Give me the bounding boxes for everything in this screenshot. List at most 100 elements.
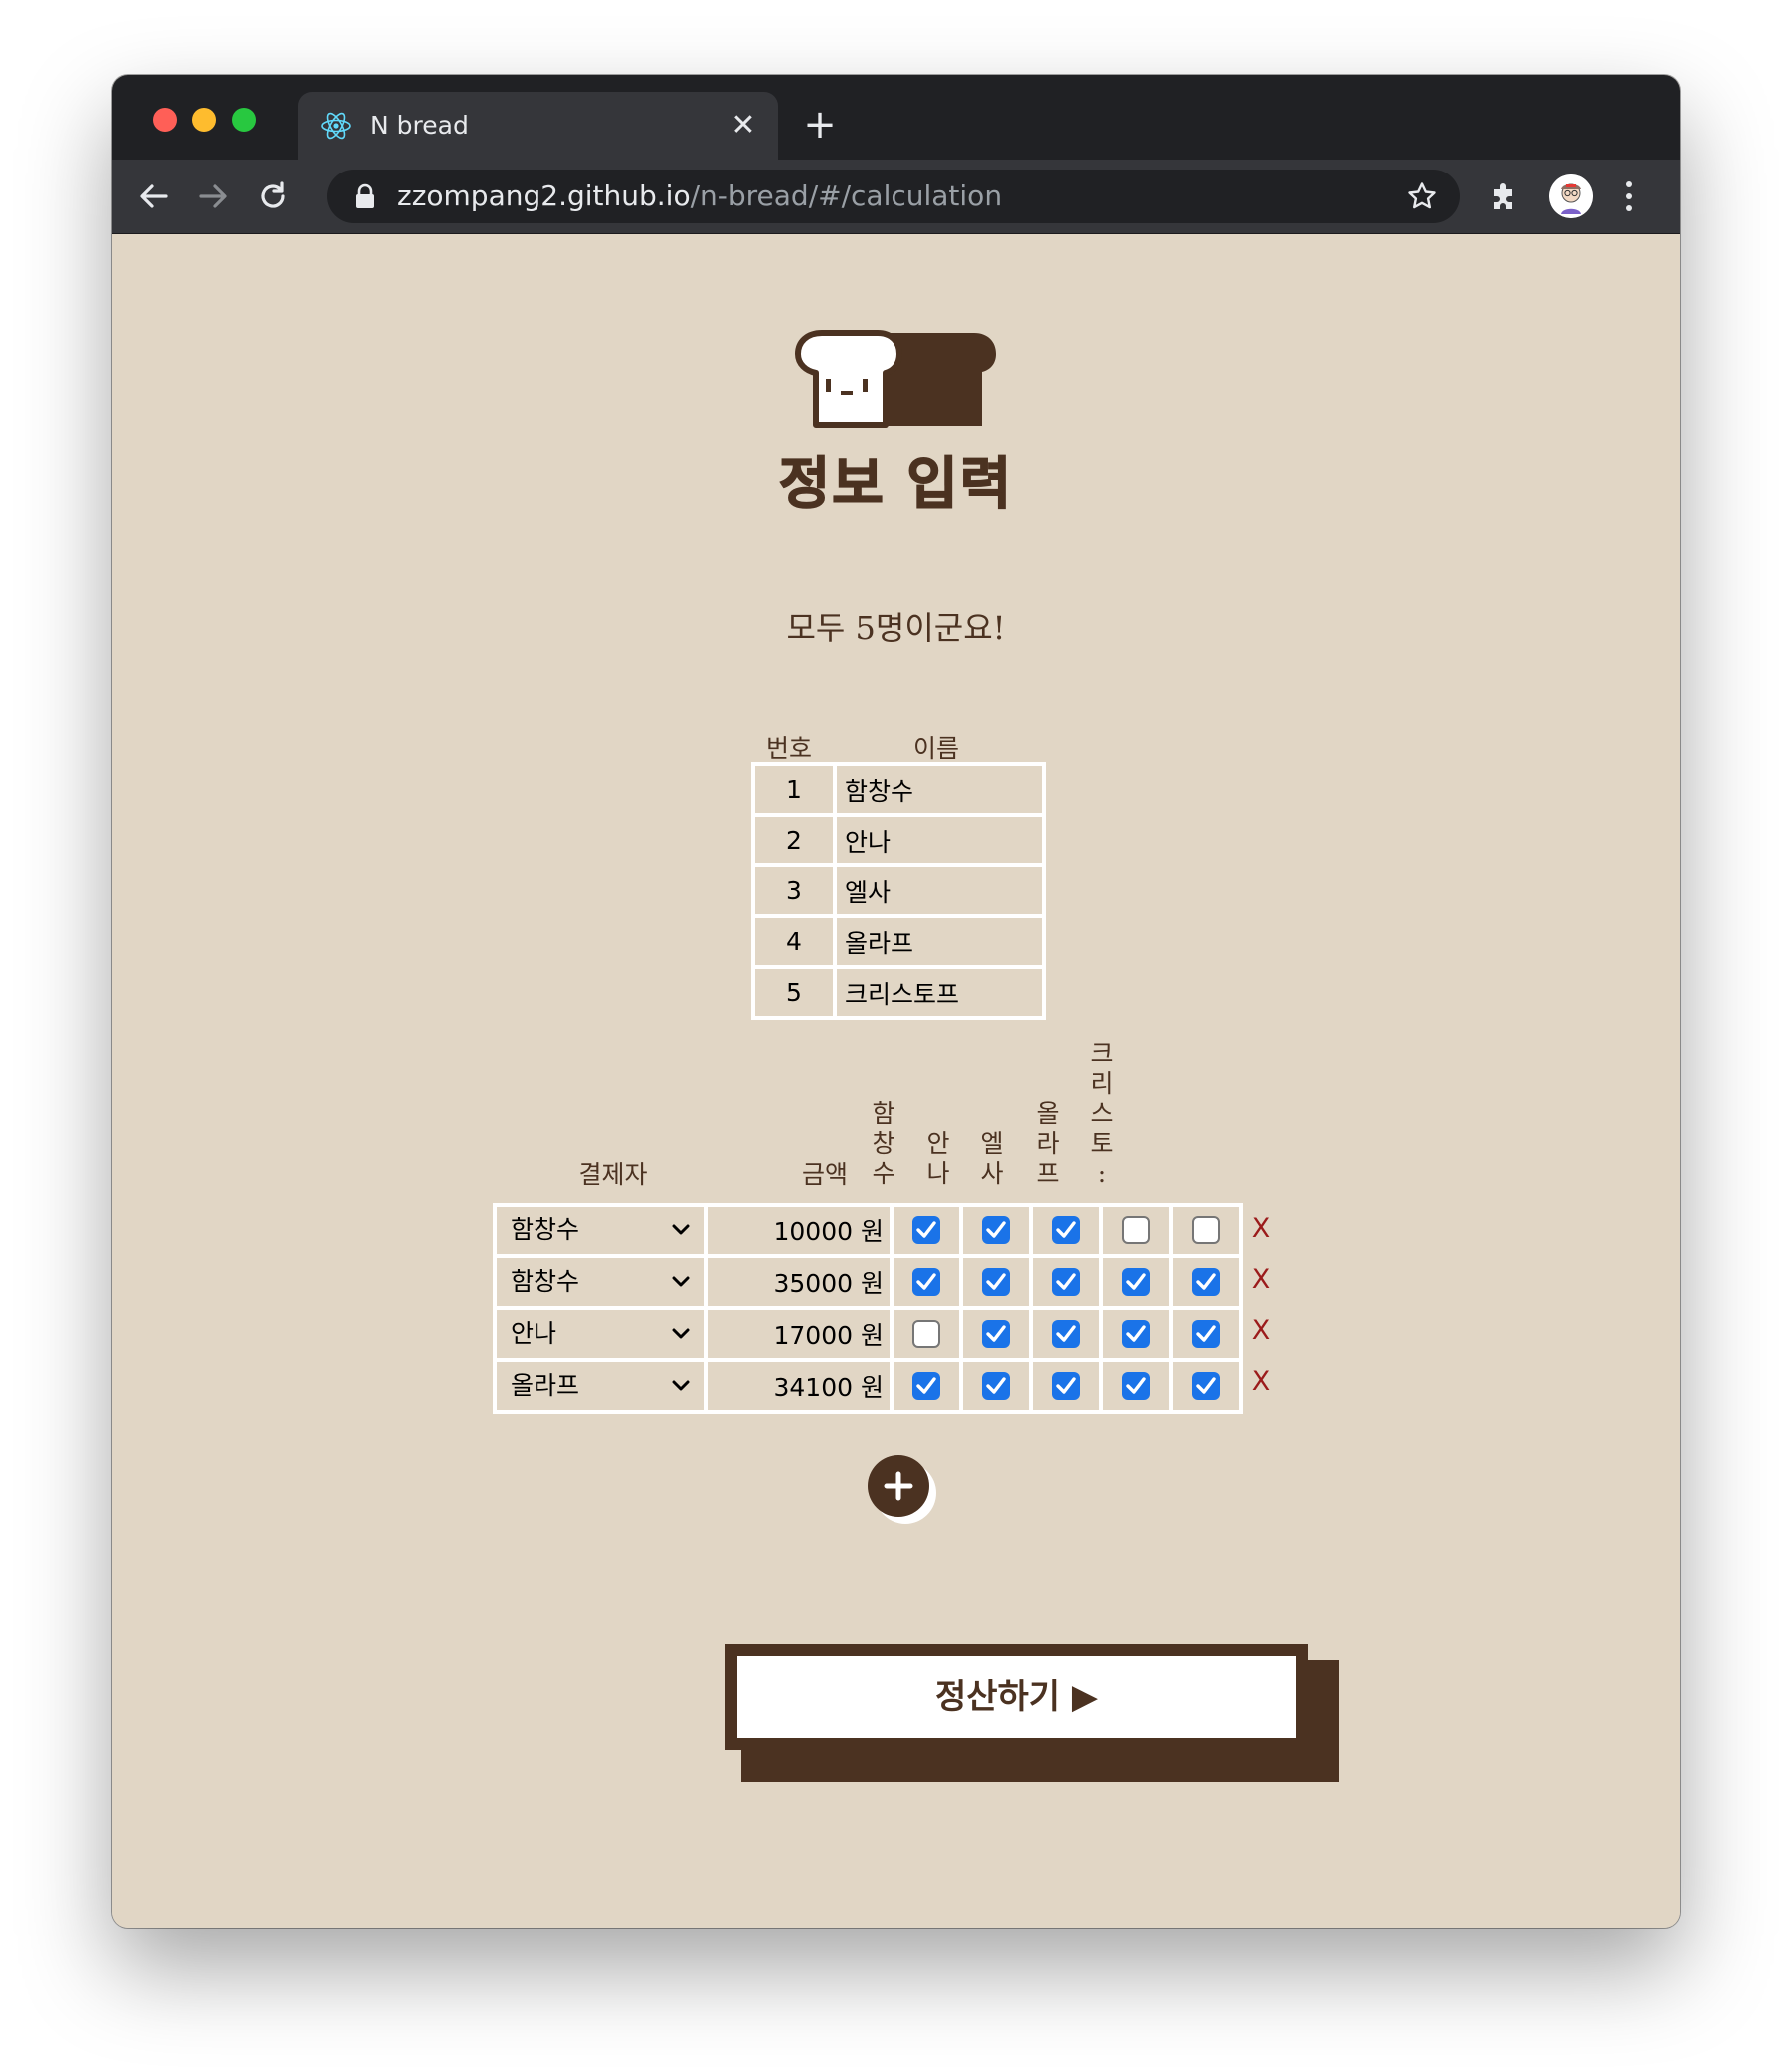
currency-label: 원 <box>860 1373 884 1402</box>
participant-checkbox[interactable] <box>982 1268 1010 1296</box>
url-path: /n-bread/#/calculation <box>690 179 1003 212</box>
participant-header: 크리스토: <box>1090 1039 1114 1188</box>
participant-checkbox[interactable] <box>1122 1320 1150 1348</box>
participant-header: 안나 <box>926 1129 950 1188</box>
participant-checkbox[interactable] <box>1122 1268 1150 1296</box>
chevron-down-icon <box>672 1224 690 1235</box>
amount-value: 10000 <box>773 1217 854 1246</box>
delete-row-button[interactable]: X <box>1247 1214 1276 1244</box>
participant-check-cell <box>892 1256 961 1308</box>
page-content: 정보 입력 모두 5명이군요! 번호 이름 1 함창수 2 안나 3 엘사 4 올라프 5 크리스… <box>112 234 1680 1928</box>
payer-cell: 함창수 <box>495 1256 706 1308</box>
tab-title: N bread <box>370 111 469 140</box>
amount-input[interactable]: 34100 원 <box>706 1360 892 1412</box>
member-number: 2 <box>753 815 835 865</box>
payment-row: 올라프 34100 원 <box>495 1360 1241 1412</box>
amount-input[interactable]: 10000 원 <box>706 1205 892 1256</box>
participant-checkbox[interactable] <box>912 1372 940 1400</box>
amount-header: 금액 <box>801 1160 848 1189</box>
payer-value: 함창수 <box>511 1267 580 1296</box>
payer-select[interactable]: 올라프 <box>497 1362 704 1410</box>
payer-select[interactable]: 함창수 <box>497 1258 704 1306</box>
participant-checkbox[interactable] <box>1052 1268 1080 1296</box>
participant-checkbox[interactable] <box>912 1268 940 1296</box>
minimize-window-button[interactable] <box>192 108 216 132</box>
delete-row-button[interactable]: X <box>1247 1367 1276 1397</box>
react-icon <box>321 112 351 140</box>
participant-checkbox[interactable] <box>982 1320 1010 1348</box>
close-tab-icon[interactable]: ✕ <box>726 109 760 143</box>
participant-checkbox[interactable] <box>982 1372 1010 1400</box>
payment-row: 안나 17000 원 <box>495 1308 1241 1360</box>
participant-checkbox[interactable] <box>1122 1372 1150 1400</box>
participant-checkbox[interactable] <box>1052 1216 1080 1244</box>
participant-checkbox[interactable] <box>912 1320 940 1348</box>
payer-select[interactable]: 함창수 <box>497 1207 704 1254</box>
payer-cell: 올라프 <box>495 1360 706 1412</box>
calculate-button[interactable]: 정산하기 ▶ <box>725 1644 1308 1750</box>
participant-check-cell <box>1171 1205 1241 1256</box>
member-row: 4 올라프 <box>753 916 1044 967</box>
chevron-down-icon <box>672 1328 690 1339</box>
participant-check-cell <box>892 1308 961 1360</box>
amount-input[interactable]: 17000 원 <box>706 1308 892 1360</box>
new-tab-icon[interactable]: + <box>800 105 840 145</box>
browser-toolbar: zzompang2.github.io/n-bread/#/calculatio… <box>112 160 1680 234</box>
participant-check-cell <box>1171 1360 1241 1412</box>
participant-check-cell <box>1101 1205 1171 1256</box>
member-number: 1 <box>753 764 835 815</box>
back-arrow-icon[interactable] <box>134 176 174 216</box>
add-payment-button[interactable] <box>868 1455 937 1525</box>
amount-input[interactable]: 35000 원 <box>706 1256 892 1308</box>
payer-select[interactable]: 안나 <box>497 1310 704 1358</box>
title-bar: N bread ✕ + <box>112 75 1680 160</box>
chevron-down-icon <box>672 1380 690 1391</box>
member-row: 2 안나 <box>753 815 1044 865</box>
url-text: zzompang2.github.io/n-bread/#/calculatio… <box>397 170 1002 223</box>
number-header: 번호 <box>766 734 813 763</box>
participant-checkbox[interactable] <box>1192 1372 1220 1400</box>
participant-checkbox[interactable] <box>1052 1372 1080 1400</box>
more-menu-icon[interactable] <box>1624 178 1634 214</box>
address-bar[interactable]: zzompang2.github.io/n-bread/#/calculatio… <box>327 170 1460 223</box>
participant-header: 엘사 <box>980 1129 1004 1188</box>
close-window-button[interactable] <box>153 108 177 132</box>
browser-tab[interactable]: N bread ✕ <box>298 92 778 160</box>
participant-checkbox[interactable] <box>1052 1320 1080 1348</box>
browser-window: N bread ✕ + zzompang2.github.io/n-bread/… <box>112 75 1680 1928</box>
maximize-window-button[interactable] <box>232 108 256 132</box>
lock-icon <box>356 183 374 208</box>
participant-check-cell <box>961 1205 1031 1256</box>
forward-arrow-icon[interactable] <box>193 176 233 216</box>
delete-row-button[interactable]: X <box>1247 1316 1276 1346</box>
currency-label: 원 <box>860 1217 884 1246</box>
participant-checkbox[interactable] <box>1192 1268 1220 1296</box>
amount-value: 35000 <box>773 1269 854 1298</box>
participant-checkbox[interactable] <box>1192 1320 1220 1348</box>
bookmark-star-icon[interactable] <box>1406 180 1438 212</box>
extensions-puzzle-icon[interactable] <box>1488 179 1522 213</box>
member-number: 3 <box>753 865 835 916</box>
delete-row-button[interactable]: X <box>1247 1265 1276 1295</box>
member-name: 함창수 <box>835 764 1044 815</box>
reload-icon[interactable] <box>253 176 293 216</box>
participant-check-cell <box>1031 1308 1101 1360</box>
profile-avatar[interactable] <box>1549 174 1593 218</box>
participant-check-cell <box>961 1360 1031 1412</box>
participant-check-cell <box>1101 1360 1171 1412</box>
payer-value: 함창수 <box>511 1215 580 1244</box>
member-name: 크리스토프 <box>835 967 1044 1018</box>
participant-header: 함창수 <box>872 1099 895 1188</box>
name-header: 이름 <box>913 734 960 763</box>
participant-check-cell <box>1031 1360 1101 1412</box>
payment-row: 함창수 35000 원 <box>495 1256 1241 1308</box>
participant-checkbox[interactable] <box>1192 1216 1220 1244</box>
chevron-down-icon <box>672 1276 690 1287</box>
participant-checkbox[interactable] <box>982 1216 1010 1244</box>
currency-label: 원 <box>860 1269 884 1298</box>
participant-check-cell <box>1171 1308 1241 1360</box>
participant-check-cell <box>1031 1205 1101 1256</box>
participant-checkbox[interactable] <box>912 1216 940 1244</box>
participant-checkbox[interactable] <box>1122 1216 1150 1244</box>
payer-value: 안나 <box>511 1319 557 1348</box>
